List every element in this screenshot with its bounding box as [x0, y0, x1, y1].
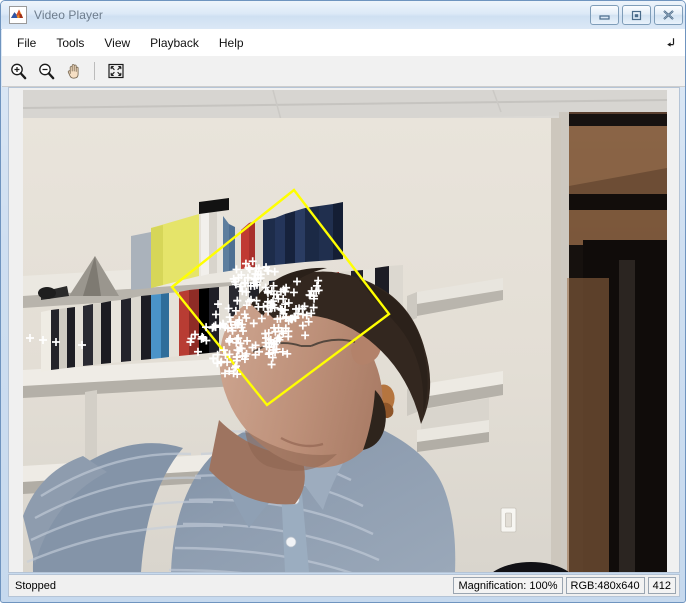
video-frame[interactable]: [23, 90, 667, 572]
menu-tools[interactable]: Tools: [47, 32, 93, 54]
menu-help[interactable]: Help: [210, 32, 253, 54]
menu-bar: File Tools View Playback Help: [2, 29, 685, 57]
caption-button-group: [590, 5, 683, 25]
zoom-out-button[interactable]: [34, 59, 58, 83]
matlab-membrane-icon: [9, 6, 27, 24]
menu-view[interactable]: View: [95, 32, 139, 54]
maximize-button[interactable]: [622, 5, 651, 25]
menu-playback[interactable]: Playback: [141, 32, 208, 54]
status-color-format: RGB:480x640: [565, 577, 645, 594]
close-button[interactable]: [654, 5, 683, 25]
status-bar: Stopped Magnification: 100% RGB:480x640 …: [8, 574, 680, 597]
status-frame-number: 412: [647, 577, 676, 594]
undock-arrow-icon[interactable]: [662, 34, 678, 50]
zoom-in-button[interactable]: [6, 59, 30, 83]
menu-file[interactable]: File: [8, 32, 45, 54]
status-state: Stopped: [15, 579, 56, 592]
pan-button[interactable]: [62, 59, 86, 83]
toolbar-separator: [94, 62, 95, 80]
video-scene: [23, 90, 667, 572]
status-magnification: Magnification: 100%: [453, 577, 563, 594]
fit-to-window-button[interactable]: [104, 59, 128, 83]
window-title: Video Player: [34, 8, 104, 22]
title-bar: Video Player: [1, 1, 685, 30]
video-display-panel[interactable]: [8, 87, 680, 573]
toolbar: [2, 56, 685, 87]
video-player-window: Video Player File Tools View Playback He…: [0, 0, 686, 603]
status-panel-group: Magnification: 100% RGB:480x640 412: [453, 577, 676, 594]
light-switch: [500, 507, 517, 533]
shirt-button: [285, 536, 297, 548]
minimize-button[interactable]: [590, 5, 619, 25]
